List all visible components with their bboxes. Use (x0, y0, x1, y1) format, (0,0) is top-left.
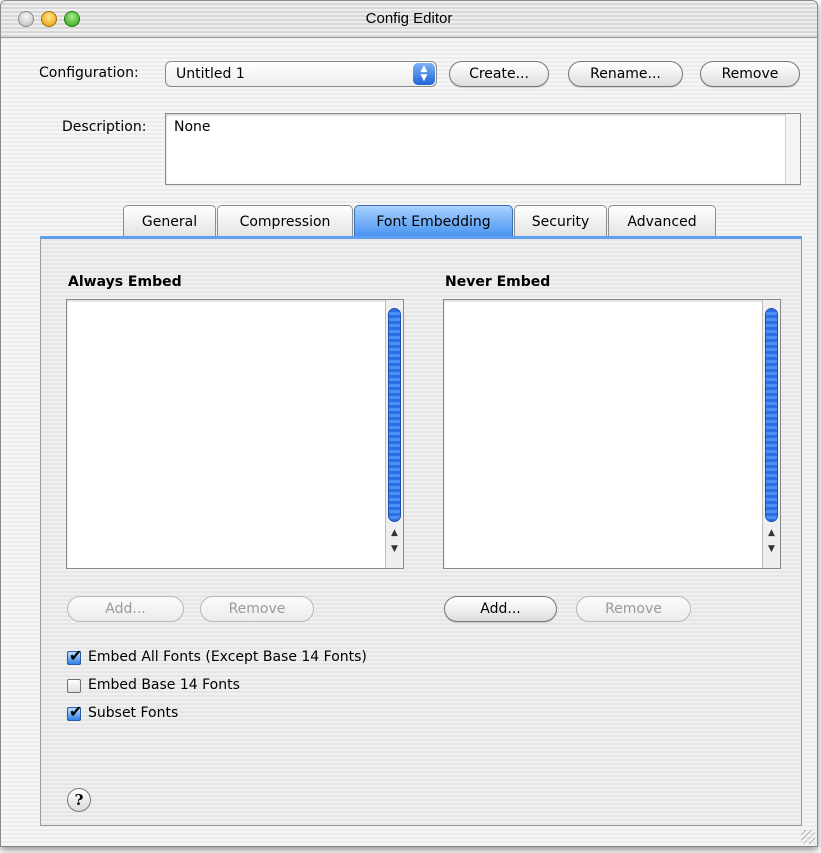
configuration-selected-value: Untitled 1 (176, 66, 245, 82)
configuration-label: Configuration: (39, 65, 139, 81)
create-button[interactable]: Create... (449, 61, 549, 87)
always-embed-list[interactable]: ▲ ▼ (66, 299, 404, 569)
scroll-up-arrow-icon[interactable]: ▲ (388, 528, 401, 538)
tab-compression[interactable]: Compression (217, 205, 353, 237)
embed-base14-label[interactable]: Embed Base 14 Fonts (88, 677, 240, 693)
description-field[interactable]: None (165, 113, 801, 185)
config-editor-window: Config Editor Configuration: Untitled 1 … (0, 0, 818, 847)
never-embed-scroll-thumb[interactable] (765, 308, 778, 522)
subset-fonts-checkbox[interactable]: ✔ (67, 702, 82, 721)
never-embed-title: Never Embed (445, 274, 551, 290)
title-bar[interactable]: Config Editor (1, 1, 817, 38)
never-embed-remove-button[interactable]: Remove (576, 596, 691, 622)
scroll-down-arrow-icon[interactable]: ▼ (765, 544, 778, 554)
tab-font-embedding[interactable]: Font Embedding (354, 205, 513, 239)
tab-general[interactable]: General (123, 205, 216, 237)
configuration-popup[interactable]: Untitled 1 ▲ ▼ (165, 61, 437, 87)
tab-security[interactable]: Security (514, 205, 607, 237)
help-icon: ? (74, 791, 84, 809)
popup-arrows-icon: ▲ ▼ (413, 63, 435, 85)
scroll-up-arrow-icon[interactable]: ▲ (765, 528, 778, 538)
always-embed-add-button[interactable]: Add... (67, 596, 184, 622)
checkmark-icon: ✔ (69, 646, 83, 665)
always-embed-scroll-thumb[interactable] (388, 308, 401, 522)
always-embed-title: Always Embed (68, 274, 182, 290)
description-text: None (174, 119, 211, 135)
rename-button[interactable]: Rename... (568, 61, 683, 87)
help-button[interactable]: ? (67, 788, 91, 812)
checkmark-icon: ✔ (69, 702, 83, 721)
remove-configuration-button[interactable]: Remove (700, 61, 800, 87)
resize-grip-icon[interactable] (801, 830, 815, 844)
description-label: Description: (62, 119, 147, 135)
embed-all-fonts-label[interactable]: Embed All Fonts (Except Base 14 Fonts) (88, 649, 367, 665)
tab-bar: General Compression Font Embedding Secur… (1, 205, 817, 239)
never-embed-list[interactable]: ▲ ▼ (443, 299, 781, 569)
tab-advanced[interactable]: Advanced (608, 205, 716, 237)
always-embed-remove-button[interactable]: Remove (200, 596, 314, 622)
description-scrollbar[interactable] (785, 114, 800, 184)
subset-fonts-label[interactable]: Subset Fonts (88, 705, 178, 721)
never-embed-scrollbar[interactable]: ▲ ▼ (762, 300, 780, 568)
always-embed-scrollbar[interactable]: ▲ ▼ (385, 300, 403, 568)
embed-base14-checkbox[interactable] (67, 679, 81, 693)
scroll-down-arrow-icon[interactable]: ▼ (388, 544, 401, 554)
window-title: Config Editor (365, 10, 453, 27)
never-embed-add-button[interactable]: Add... (444, 596, 557, 622)
embed-all-fonts-checkbox[interactable]: ✔ (67, 646, 82, 665)
